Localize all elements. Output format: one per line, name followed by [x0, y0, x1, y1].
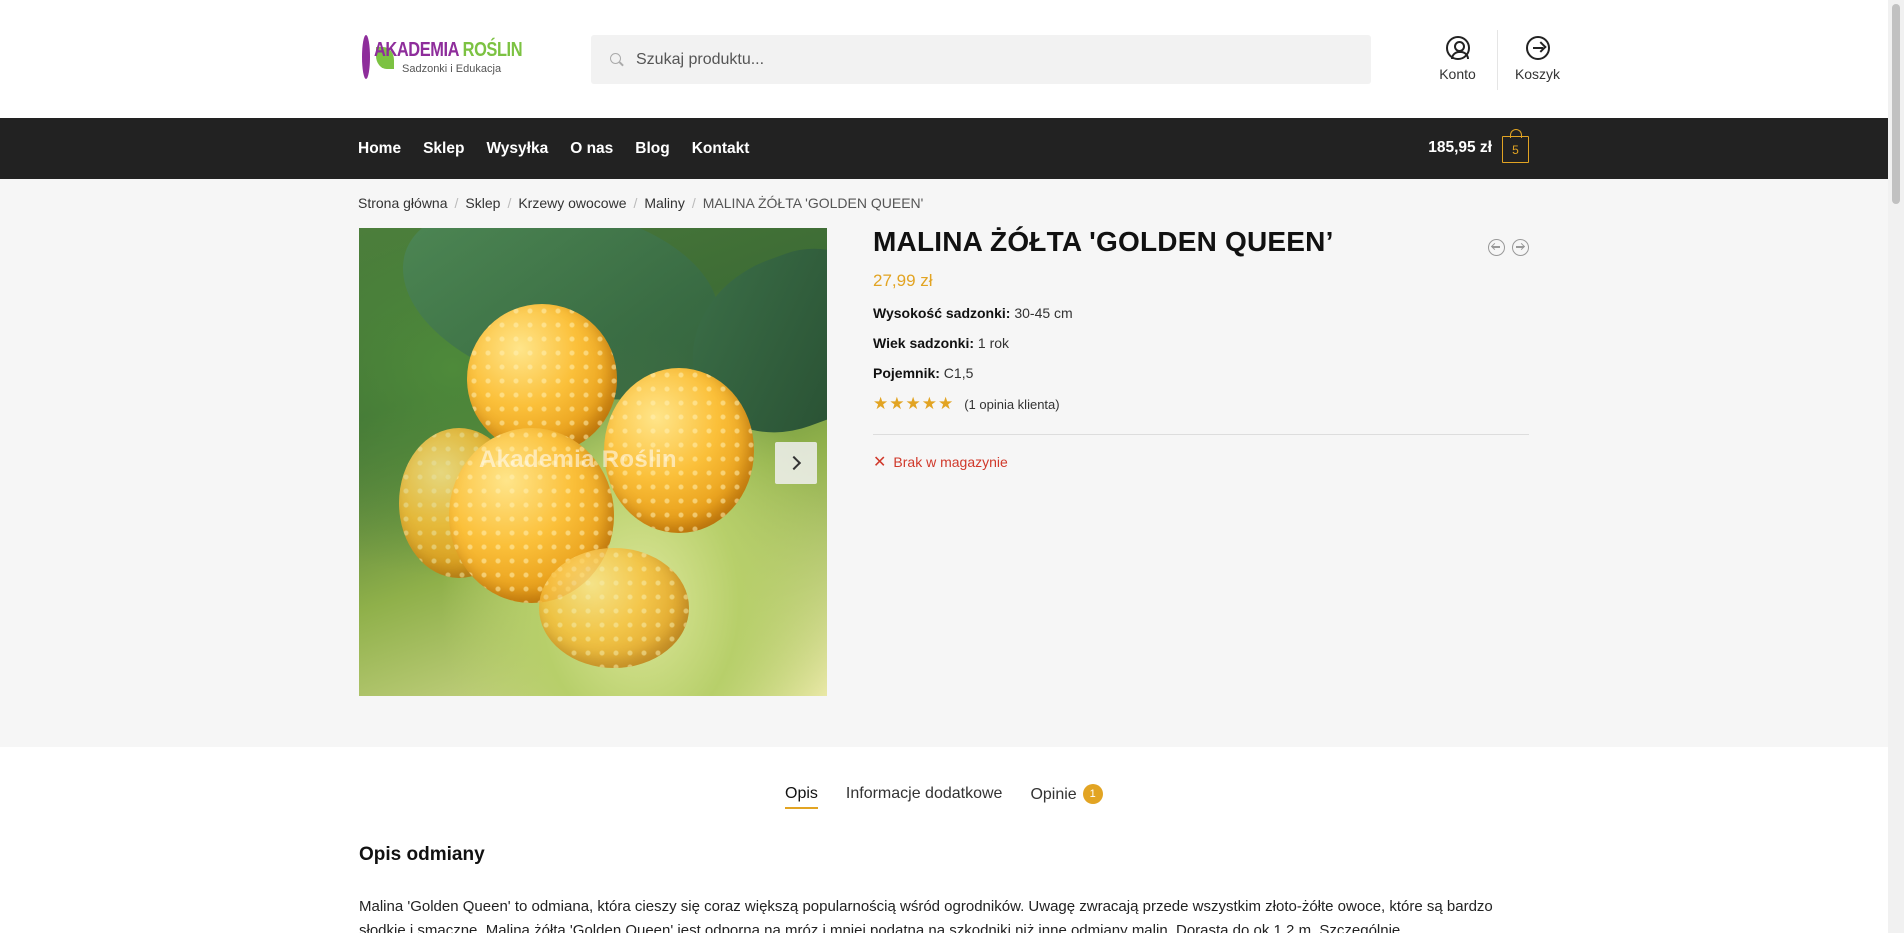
nav-item-about[interactable]: O nas: [570, 140, 613, 158]
breadcrumb-raspberries[interactable]: Maliny: [644, 195, 684, 211]
breadcrumb-separator: /: [633, 195, 638, 211]
description-text: Malina 'Golden Queen' to odmiana, która …: [359, 898, 1493, 933]
arrow-right-circle-icon: [1525, 36, 1550, 60]
tab-additional-info[interactable]: Informacje dodatkowe: [846, 785, 1003, 809]
mini-cart[interactable]: 185,95 zł 5: [1428, 129, 1529, 163]
cart-count: 5: [1512, 142, 1519, 157]
search-icon: [610, 52, 624, 67]
cart-total: 185,95 zł: [1428, 138, 1492, 156]
product-tabs: Opis Informacje dodatkowe Opinie 1: [785, 784, 1131, 810]
attribute-label: Pojemnik:: [873, 365, 940, 381]
logo-title: AKADEMIA ROŚLIN: [374, 39, 523, 62]
header-links: Konto Koszyk: [1418, 28, 1577, 90]
attribute-age: Wiek sadzonki: 1 rok: [873, 335, 1529, 351]
chevron-right-icon: [786, 455, 802, 471]
breadcrumb-separator: /: [691, 195, 696, 211]
previous-product-icon[interactable]: [1488, 239, 1505, 256]
stock-status: ✕ Brak w magazynie: [873, 452, 1529, 472]
breadcrumb-separator: /: [507, 195, 512, 211]
account-label: Konto: [1439, 66, 1476, 82]
nav-item-contact[interactable]: Kontakt: [692, 140, 750, 158]
cart-link[interactable]: Koszyk: [1498, 28, 1577, 90]
logo-title-part2: ROŚLIN: [462, 39, 523, 61]
attribute-container: Pojemnik: C1,5: [873, 365, 1529, 381]
user-icon: [1445, 36, 1470, 60]
tab-reviews[interactable]: Opinie 1: [1030, 784, 1103, 810]
reviews-count-badge: 1: [1082, 784, 1103, 804]
reviews-link[interactable]: (1 opinia klienta): [964, 397, 1059, 412]
site-logo[interactable]: AKADEMIA ROŚLIN Sadzonki i Edukacja: [362, 33, 542, 81]
breadcrumb-shop[interactable]: Sklep: [465, 195, 500, 211]
product-summary: MALINA ŻÓŁTA 'GOLDEN QUEEN’ 27,99 zł Wys…: [873, 226, 1529, 472]
logo-title-part1: AKADEMIA: [374, 39, 463, 61]
product-price: 27,99 zł: [873, 271, 933, 290]
raspberry-shape: [539, 548, 689, 668]
shopping-bag-icon: 5: [1502, 129, 1529, 163]
logo-subtitle: Sadzonki i Edukacja: [402, 63, 502, 75]
attribute-label: Wiek sadzonki:: [873, 335, 975, 351]
attribute-value: 1 rok: [977, 335, 1010, 351]
image-watermark: Akademia Roślin: [479, 446, 677, 473]
cart-label: Koszyk: [1514, 66, 1561, 82]
next-product-icon[interactable]: [1512, 239, 1529, 256]
logo-text: AKADEMIA ROŚLIN Sadzonki i Edukacja: [374, 39, 555, 75]
page-scrollbar[interactable]: [1888, 0, 1904, 933]
scrollbar-thumb[interactable]: [1892, 4, 1900, 204]
breadcrumb-current: MALINA ŻÓŁTA 'GOLDEN QUEEN': [702, 195, 924, 211]
product-navigation: [1488, 239, 1529, 256]
product-title: MALINA ŻÓŁTA 'GOLDEN QUEEN’: [873, 226, 1334, 257]
product-gallery-image[interactable]: Akademia Roślin: [359, 228, 827, 696]
nav-menu: Home Sklep Wysyłka O nas Blog Kontakt: [358, 118, 771, 179]
breadcrumb-separator: /: [454, 195, 459, 211]
gallery-next-button[interactable]: [775, 442, 817, 484]
account-link[interactable]: Konto: [1418, 28, 1497, 90]
breadcrumb-home[interactable]: Strona główna: [358, 195, 448, 211]
nav-item-shop[interactable]: Sklep: [423, 140, 464, 158]
attribute-value: 30-45 cm: [1014, 305, 1073, 321]
description-title: Opis odmiany: [359, 844, 485, 865]
nav-item-home[interactable]: Home: [358, 140, 401, 158]
close-icon: ✕: [873, 454, 887, 471]
attribute-value: C1,5: [943, 365, 974, 381]
product-area: Strona główna / Sklep / Krzewy owocowe /…: [0, 179, 1888, 747]
nav-item-blog[interactable]: Blog: [635, 140, 669, 158]
tab-description[interactable]: Opis: [785, 785, 818, 809]
main-navigation: Home Sklep Wysyłka O nas Blog Kontakt 18…: [0, 118, 1888, 179]
logo-leaf-icon: [362, 35, 394, 79]
star-rating-icon: ★★★★★: [873, 394, 955, 413]
breadcrumb-fruit-shrubs[interactable]: Krzewy owocowe: [518, 195, 626, 211]
tab-reviews-label: Opinie: [1030, 786, 1077, 803]
site-header: AKADEMIA ROŚLIN Sadzonki i Edukacja Kont…: [0, 0, 1888, 118]
nav-item-shipping[interactable]: Wysyłka: [486, 140, 548, 158]
attribute-label: Wysokość sadzonki:: [873, 305, 1011, 321]
page: AKADEMIA ROŚLIN Sadzonki i Edukacja Kont…: [0, 0, 1888, 933]
attribute-height: Wysokość sadzonki: 30-45 cm: [873, 305, 1529, 321]
search-input[interactable]: [636, 50, 1336, 69]
product-rating: ★★★★★ (1 opinia klienta): [873, 394, 1529, 414]
divider: [873, 434, 1529, 435]
search-bar: [591, 35, 1371, 84]
breadcrumb: Strona główna / Sklep / Krzewy owocowe /…: [358, 195, 923, 211]
stock-status-text: Brak w magazynie: [893, 454, 1008, 470]
